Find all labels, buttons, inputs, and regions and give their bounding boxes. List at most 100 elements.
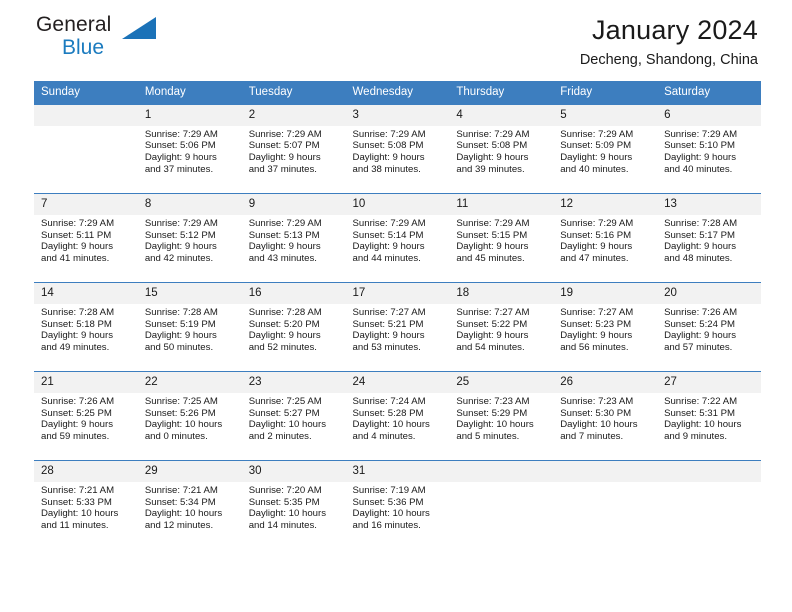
daylight-text-line1: Daylight: 9 hours xyxy=(352,241,425,253)
calendar-day-cell[interactable]: 23 Sunrise: 7:25 AM Sunset: 5:27 PM Dayligh… xyxy=(241,371,346,461)
sunset-text: Sunset: 5:11 PM xyxy=(41,229,112,241)
weekday-header-friday: Friday xyxy=(553,81,658,105)
weekday-header-thursday: Thursday xyxy=(449,81,554,105)
day-details: Sunrise: 7:26 AM Sunset: 5:25 PM Daylight:… xyxy=(34,393,138,442)
calendar-day-cell[interactable]: 28 Sunrise: 7:21 AM Sunset: 5:33 PM Dayligh… xyxy=(34,460,138,550)
sunrise-text: Sunrise: 7:29 AM xyxy=(560,128,634,140)
calendar-day-cell[interactable]: 18 Sunrise: 7:27 AM Sunset: 5:22 PM Dayligh… xyxy=(449,282,554,372)
sunset-text: Sunset: 5:25 PM xyxy=(41,407,112,419)
daylight-text-line2: and 53 minutes. xyxy=(352,342,421,354)
calendar-day-cell[interactable]: 16 Sunrise: 7:28 AM Sunset: 5:20 PM Dayligh… xyxy=(241,282,346,372)
daylight-text-line1: Daylight: 10 hours xyxy=(664,419,742,431)
day-number: 16 xyxy=(241,283,346,305)
day-details: Sunrise: 7:29 AM Sunset: 5:08 PM Daylight:… xyxy=(346,126,450,175)
calendar-day-cell[interactable]: 2 Sunrise: 7:29 AM Sunset: 5:07 PM Daylight… xyxy=(241,104,346,194)
calendar-day-cell[interactable]: 20 Sunrise: 7:26 AM Sunset: 5:24 PM Dayligh… xyxy=(657,282,761,372)
calendar-day-cell[interactable]: 8 Sunrise: 7:29 AM Sunset: 5:12 PM Daylight… xyxy=(137,193,242,283)
day-number: 3 xyxy=(345,104,450,126)
day-details: Sunrise: 7:20 AM Sunset: 5:35 PM Daylight:… xyxy=(242,482,346,531)
daylight-text-line2: and 49 minutes. xyxy=(41,342,110,354)
calendar-day-cell[interactable]: 25 Sunrise: 7:23 AM Sunset: 5:29 PM Dayligh… xyxy=(449,371,554,461)
sunrise-text: Sunrise: 7:20 AM xyxy=(248,485,322,497)
sunset-text: Sunset: 5:22 PM xyxy=(456,318,528,330)
calendar-day-cell[interactable]: 7 Sunrise: 7:29 AM Sunset: 5:11 PM Daylight… xyxy=(34,193,138,283)
calendar-day-cell[interactable]: 15 Sunrise: 7:28 AM Sunset: 5:19 PM Dayligh… xyxy=(137,282,242,372)
calendar-day-cell[interactable]: 9 Sunrise: 7:29 AM Sunset: 5:13 PM Daylight… xyxy=(241,193,346,283)
day-number: 23 xyxy=(241,372,346,394)
calendar-day-cell[interactable]: 22 Sunrise: 7:25 AM Sunset: 5:26 PM Dayligh… xyxy=(137,371,242,461)
daylight-text-line1: Daylight: 9 hours xyxy=(144,151,217,163)
calendar-day-cell[interactable]: 26 Sunrise: 7:23 AM Sunset: 5:30 PM Dayligh… xyxy=(553,371,658,461)
calendar-day-cell[interactable]: 14 Sunrise: 7:28 AM Sunset: 5:18 PM Dayligh… xyxy=(34,282,138,372)
day-number: 9 xyxy=(241,194,346,216)
day-number: 1 xyxy=(137,104,242,126)
calendar-day-cell[interactable]: 6 Sunrise: 7:29 AM Sunset: 5:10 PM Daylight… xyxy=(657,104,761,194)
calendar-day-cell[interactable]: 11 Sunrise: 7:29 AM Sunset: 5:15 PM Dayligh… xyxy=(449,193,554,283)
sunrise-text: Sunrise: 7:29 AM xyxy=(664,128,738,140)
day-number: 11 xyxy=(449,194,554,216)
day-number: 21 xyxy=(34,372,138,394)
daylight-text-line1: Daylight: 9 hours xyxy=(560,330,633,342)
calendar-day-cell-empty xyxy=(657,460,761,550)
day-number: 14 xyxy=(34,283,138,305)
sunrise-text: Sunrise: 7:21 AM xyxy=(41,485,115,497)
generalblue-logo[interactable]: General Blue xyxy=(34,14,194,70)
sunset-text: Sunset: 5:09 PM xyxy=(560,140,632,152)
calendar-day-cell[interactable]: 3 Sunrise: 7:29 AM Sunset: 5:08 PM Daylight… xyxy=(345,104,450,194)
sunrise-text: Sunrise: 7:28 AM xyxy=(248,307,322,319)
calendar-day-cell[interactable]: 21 Sunrise: 7:26 AM Sunset: 5:25 PM Dayligh… xyxy=(34,371,138,461)
calendar-week-row: 1 Sunrise: 7:29 AM Sunset: 5:06 PM Daylight… xyxy=(34,104,761,194)
calendar-week-row: 7 Sunrise: 7:29 AM Sunset: 5:11 PM Daylight… xyxy=(34,193,761,283)
calendar-day-cell[interactable]: 19 Sunrise: 7:27 AM Sunset: 5:23 PM Dayligh… xyxy=(553,282,658,372)
calendar-day-cell[interactable]: 31 Sunrise: 7:19 AM Sunset: 5:36 PM Dayligh… xyxy=(345,460,450,550)
sunset-text: Sunset: 5:28 PM xyxy=(352,407,424,419)
calendar-day-cell[interactable]: 17 Sunrise: 7:27 AM Sunset: 5:21 PM Dayligh… xyxy=(345,282,450,372)
page-title: January 2024 xyxy=(591,15,758,45)
sunrise-text: Sunrise: 7:27 AM xyxy=(560,307,634,319)
daylight-text-line1: Daylight: 10 hours xyxy=(144,508,223,520)
calendar-day-cell[interactable]: 27 Sunrise: 7:22 AM Sunset: 5:31 PM Dayligh… xyxy=(657,371,761,461)
sunset-text: Sunset: 5:23 PM xyxy=(560,318,632,330)
sunset-text: Sunset: 5:30 PM xyxy=(560,407,632,419)
day-number: 8 xyxy=(137,194,242,216)
day-details: Sunrise: 7:25 AM Sunset: 5:27 PM Daylight:… xyxy=(242,393,346,442)
sunrise-text: Sunrise: 7:27 AM xyxy=(456,307,530,319)
calendar-day-cell[interactable]: 29 Sunrise: 7:21 AM Sunset: 5:34 PM Dayligh… xyxy=(137,460,242,550)
day-number: 15 xyxy=(137,283,242,305)
sunrise-text: Sunrise: 7:24 AM xyxy=(352,396,426,408)
day-details: Sunrise: 7:28 AM Sunset: 5:18 PM Daylight:… xyxy=(34,304,138,353)
calendar-day-cell[interactable]: 10 Sunrise: 7:29 AM Sunset: 5:14 PM Dayligh… xyxy=(345,193,450,283)
sunrise-text: Sunrise: 7:29 AM xyxy=(144,128,218,140)
daylight-text-line1: Daylight: 9 hours xyxy=(664,241,737,253)
sunset-text: Sunset: 5:10 PM xyxy=(664,140,735,152)
calendar-day-cell[interactable]: 5 Sunrise: 7:29 AM Sunset: 5:09 PM Daylight… xyxy=(553,104,658,194)
sunrise-text: Sunrise: 7:26 AM xyxy=(41,396,115,408)
daylight-text-line2: and 42 minutes. xyxy=(144,253,214,265)
day-details: Sunrise: 7:29 AM Sunset: 5:07 PM Daylight:… xyxy=(242,126,346,175)
day-details: Sunrise: 7:29 AM Sunset: 5:08 PM Daylight:… xyxy=(449,126,553,175)
sunset-text: Sunset: 5:35 PM xyxy=(248,496,320,508)
daylight-text-line2: and 57 minutes. xyxy=(664,342,733,354)
title-block: January 2024 Decheng, Shandong, China xyxy=(580,14,758,68)
daylight-text-line1: Daylight: 10 hours xyxy=(456,419,534,431)
daylight-text-line2: and 43 minutes. xyxy=(248,253,317,265)
day-details: Sunrise: 7:28 AM Sunset: 5:17 PM Daylight:… xyxy=(657,215,761,264)
calendar-day-cell[interactable]: 24 Sunrise: 7:24 AM Sunset: 5:28 PM Dayligh… xyxy=(345,371,450,461)
calendar-day-cell[interactable]: 12 Sunrise: 7:29 AM Sunset: 5:16 PM Dayligh… xyxy=(553,193,658,283)
daylight-text-line1: Daylight: 9 hours xyxy=(456,151,529,163)
day-details: Sunrise: 7:19 AM Sunset: 5:36 PM Daylight:… xyxy=(346,482,450,531)
daylight-text-line2: and 7 minutes. xyxy=(560,431,624,443)
calendar-day-cell[interactable]: 30 Sunrise: 7:20 AM Sunset: 5:35 PM Dayligh… xyxy=(241,460,346,550)
daylight-text-line1: Daylight: 10 hours xyxy=(41,508,119,520)
calendar-day-cell[interactable]: 13 Sunrise: 7:28 AM Sunset: 5:17 PM Dayligh… xyxy=(657,193,761,283)
calendar-day-cell[interactable]: 4 Sunrise: 7:29 AM Sunset: 5:08 PM Daylight… xyxy=(449,104,554,194)
calendar-day-cell-empty xyxy=(553,460,658,550)
day-number: 29 xyxy=(137,461,242,483)
daylight-text-line1: Daylight: 9 hours xyxy=(664,330,737,342)
daylight-text-line1: Daylight: 9 hours xyxy=(41,241,113,253)
sunrise-text: Sunrise: 7:29 AM xyxy=(248,128,322,140)
day-details: Sunrise: 7:21 AM Sunset: 5:33 PM Daylight:… xyxy=(34,482,138,531)
sunset-text: Sunset: 5:08 PM xyxy=(352,140,424,152)
calendar-day-cell[interactable]: 1 Sunrise: 7:29 AM Sunset: 5:06 PM Daylight… xyxy=(137,104,242,194)
daylight-text-line1: Daylight: 10 hours xyxy=(560,419,638,431)
